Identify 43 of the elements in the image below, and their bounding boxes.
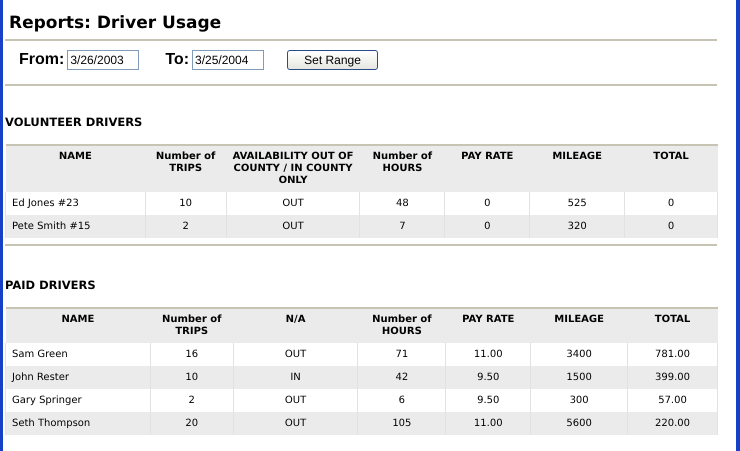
table-cell: 7 <box>360 215 445 238</box>
to-label: To: <box>165 50 190 70</box>
table-cell: 2 <box>145 215 226 238</box>
to-date-field[interactable]: 3/25/2004 <box>192 50 264 70</box>
table-cell: 9.50 <box>446 366 531 389</box>
page-title: Reports: Driver Usage <box>9 13 222 33</box>
column-header: PAY RATE <box>446 308 531 343</box>
section-heading: VOLUNTEER DRIVERS <box>5 115 144 129</box>
table-cell: IN <box>233 366 358 389</box>
column-header: N/A <box>233 308 358 343</box>
column-header: Number of TRIPS <box>145 145 226 192</box>
table-cell: 220.00 <box>628 412 718 435</box>
table-cell: 10 <box>150 366 234 389</box>
table-cell: 42 <box>358 366 446 389</box>
table-cell: John Rester <box>6 366 150 389</box>
table-cell: 0 <box>624 215 718 238</box>
table-cell: 11.00 <box>446 412 531 435</box>
column-header: MILEAGE <box>530 145 625 192</box>
column-header: Number of TRIPS <box>150 308 234 343</box>
table-cell: OUT <box>226 215 360 238</box>
set-range-button[interactable]: Set Range <box>287 50 378 70</box>
table-cell: 5600 <box>530 412 628 435</box>
column-header: TOTAL <box>624 145 718 192</box>
table-cell: 0 <box>444 215 530 238</box>
table-cell: OUT <box>233 412 358 435</box>
table-cell: 105 <box>358 412 446 435</box>
column-header: Number of HOURS <box>360 145 445 192</box>
table-cell: 320 <box>530 215 625 238</box>
from-label: From: <box>19 50 64 70</box>
column-header: NAME <box>6 308 150 343</box>
column-header: Number of HOURS <box>358 308 446 343</box>
table-cell: 1500 <box>530 366 628 389</box>
table-cell: 399.00 <box>628 366 718 389</box>
table-cell: 20 <box>150 412 234 435</box>
table-cell: Pete Smith #15 <box>6 215 146 238</box>
section-heading: PAID DRIVERS <box>5 278 97 292</box>
column-header: MILEAGE <box>530 308 628 343</box>
column-header: AVAILABILITY OUT OF COUNTY / IN COUNTY ONLY <box>226 145 360 192</box>
from-date-field[interactable]: 3/26/2003 <box>67 50 140 70</box>
table-cell: Seth Thompson <box>6 412 150 435</box>
column-header: TOTAL <box>628 308 718 343</box>
column-header: PAY RATE <box>444 145 530 192</box>
column-header: NAME <box>6 145 146 192</box>
